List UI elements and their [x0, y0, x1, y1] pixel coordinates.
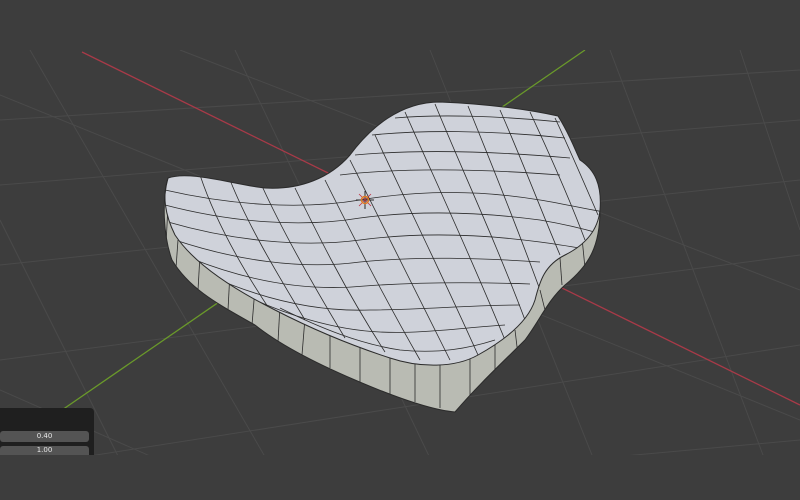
- viewport-footer-area: [0, 455, 800, 500]
- operator-value-field-2[interactable]: 1.00: [0, 446, 89, 455]
- operator-value-field-1[interactable]: 0.40: [0, 431, 89, 442]
- operator-panel: 0.40 1.00: [0, 408, 94, 455]
- viewport-header-area: [0, 0, 800, 50]
- viewport-scene[interactable]: [0, 0, 800, 500]
- mesh-object[interactable]: [163, 101, 605, 413]
- 3d-viewport[interactable]: 0.40 1.00: [0, 0, 800, 500]
